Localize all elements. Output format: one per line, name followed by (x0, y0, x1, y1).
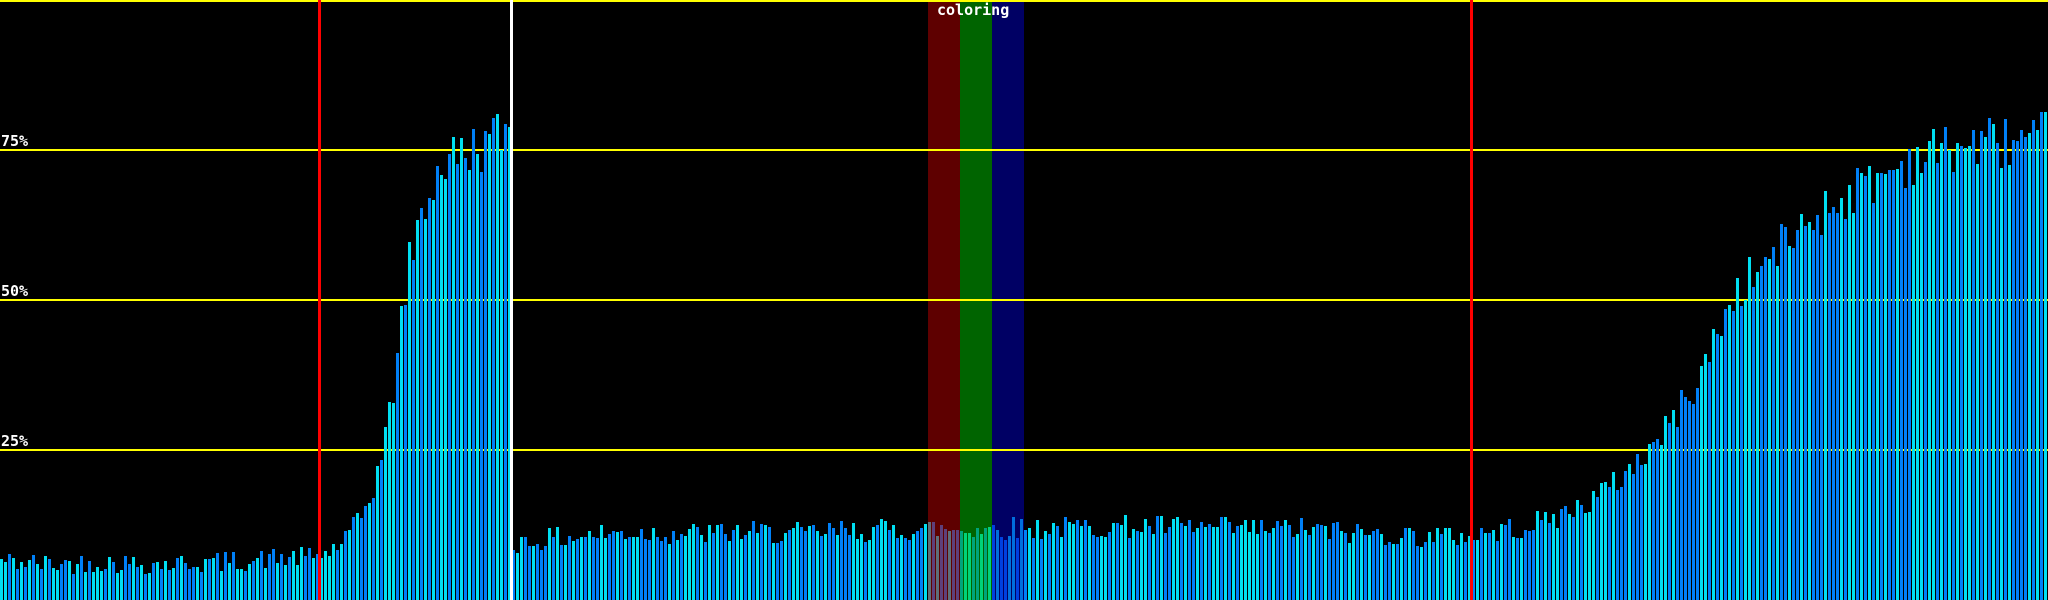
histogram-chart: 75% 50% 25% coloring (0, 0, 2048, 600)
y-axis-label-25: 25% (1, 432, 29, 450)
y-axis-labels-layer: 75% 50% 25% (0, 0, 2048, 600)
coloring-label: coloring (937, 1, 1010, 19)
y-axis-label-50: 50% (1, 282, 29, 300)
y-axis-label-75: 75% (1, 132, 29, 150)
